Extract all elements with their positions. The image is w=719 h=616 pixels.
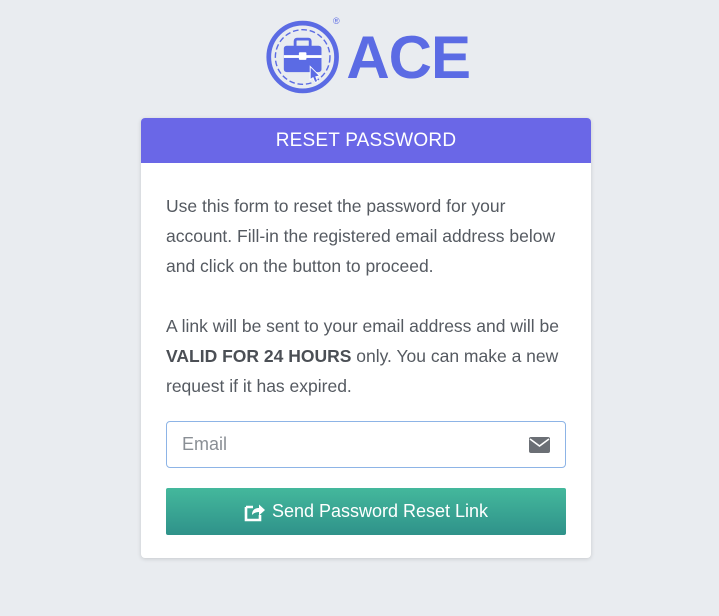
card-title: RESET PASSWORD: [275, 129, 457, 151]
brand-logo: ACE ®: [265, 16, 471, 98]
validity-notice: A link will be sent to your email addres…: [166, 311, 566, 401]
registered-mark: ®: [333, 16, 340, 26]
briefcase-logo-icon: [266, 20, 339, 94]
envelope-icon: [529, 437, 550, 453]
send-reset-link-label: Send Password Reset Link: [271, 501, 489, 521]
intro-text: Use this form to reset the password for …: [166, 196, 556, 276]
card-body: Use this form to reset the password for …: [141, 163, 591, 535]
email-input[interactable]: [167, 422, 565, 467]
brand-name: ACE: [346, 23, 471, 91]
notice-before: A link will be sent to your email addres…: [166, 316, 559, 336]
send-reset-link-button[interactable]: Send Password Reset Link: [166, 488, 566, 535]
notice-emphasis: VALID FOR 24 HOURS: [166, 346, 352, 366]
reset-password-card: RESET PASSWORD Use this form to reset th…: [141, 118, 591, 558]
email-field-wrapper: [166, 421, 566, 468]
card-header: RESET PASSWORD: [141, 118, 591, 163]
share-square-icon: [244, 504, 265, 521]
